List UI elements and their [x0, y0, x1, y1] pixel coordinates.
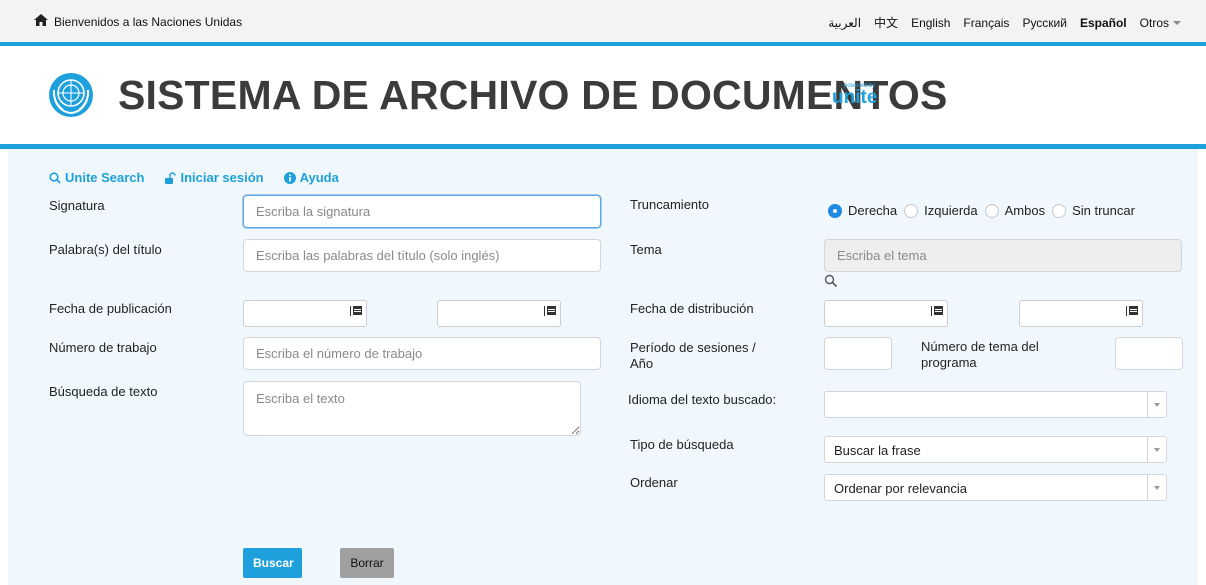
titulo-input[interactable]	[243, 239, 601, 272]
quick-links: Unite Search Iniciar sesión Ayuda	[49, 170, 339, 185]
radio-button[interactable]	[904, 203, 919, 218]
site-title: SISTEMA DE ARCHIVO DE DOCUMENTOS	[118, 72, 948, 118]
idioma-label: Idioma del texto buscado:	[628, 392, 777, 407]
search-icon[interactable]	[824, 274, 838, 288]
powered-by-unite-logo: powered by unite	[832, 83, 877, 107]
welcome-text[interactable]: Bienvenidos a las Naciones Unidas	[54, 15, 242, 29]
chevron-down-icon	[1147, 475, 1166, 500]
unlock-icon	[165, 171, 177, 184]
home-icon[interactable]	[33, 13, 49, 27]
radio-sin-truncar[interactable]: Sin truncar	[1052, 203, 1135, 218]
tipo-busqueda-value: Buscar la frase	[834, 443, 921, 458]
login-label: Iniciar sesión	[180, 170, 264, 185]
help-label: Ayuda	[299, 170, 339, 185]
login-link[interactable]: Iniciar sesión	[164, 170, 264, 185]
numero-trabajo-label: Número de trabajo	[49, 340, 157, 355]
ordenar-label: Ordenar	[630, 475, 678, 490]
signatura-input[interactable]	[243, 195, 601, 228]
radio-button-selected[interactable]	[828, 203, 842, 218]
top-bar: Bienvenidos a las Naciones Unidas العربي…	[0, 0, 1206, 42]
busqueda-texto-label: Búsqueda de texto	[49, 384, 158, 399]
numero-tema-label: Número de tema del programa	[921, 339, 1039, 370]
search-button[interactable]: Buscar	[243, 548, 302, 578]
radio-izquierda-label: Izquierda	[924, 203, 978, 218]
truncamiento-radio-group: Derecha Izquierda Ambos Sin truncar	[828, 203, 1142, 218]
radio-derecha-label: Derecha	[848, 203, 898, 218]
language-russian[interactable]: Русский	[1022, 16, 1067, 30]
info-icon	[283, 171, 296, 184]
unite-search-link[interactable]: Unite Search	[49, 170, 144, 185]
unite-brand-text: unite	[832, 87, 878, 108]
signatura-label: Signatura	[49, 198, 105, 213]
truncamiento-label: Truncamiento	[630, 197, 709, 212]
fecha-publicacion-hasta-input[interactable]	[437, 300, 561, 327]
search-icon	[49, 171, 61, 184]
tipo-busqueda-select[interactable]: Buscar la frase	[824, 436, 1167, 463]
radio-button[interactable]	[1052, 203, 1067, 218]
ordenar-select[interactable]: Ordenar por relevancia	[824, 474, 1167, 501]
chevron-down-icon	[1173, 21, 1181, 26]
chevron-down-icon	[1147, 437, 1166, 462]
fecha-distribucion-hasta-input[interactable]	[1019, 300, 1143, 327]
ordenar-value: Ordenar por relevancia	[834, 481, 967, 496]
fecha-publicacion-desde-input[interactable]	[243, 300, 367, 327]
numero-tema-input[interactable]	[1115, 337, 1183, 370]
language-french[interactable]: Français	[963, 16, 1009, 30]
calendar-icon[interactable]	[931, 306, 943, 316]
language-more-dropdown[interactable]: Otros	[1140, 16, 1181, 30]
periodo-label: Período de sesiones / Año	[630, 340, 756, 371]
calendar-icon[interactable]	[544, 306, 556, 316]
language-spanish[interactable]: Español	[1080, 16, 1127, 30]
clear-button[interactable]: Borrar	[340, 548, 394, 578]
radio-derecha[interactable]: Derecha	[828, 203, 897, 218]
radio-ambos[interactable]: Ambos	[984, 203, 1046, 218]
chevron-down-icon	[1147, 392, 1166, 417]
radio-button[interactable]	[984, 203, 999, 218]
language-english[interactable]: English	[911, 16, 950, 30]
calendar-icon[interactable]	[350, 306, 362, 316]
idioma-select[interactable]	[824, 391, 1167, 418]
language-menu: العربية 中文 English Français Русский Espa…	[828, 14, 1181, 31]
more-label: Otros	[1139, 15, 1169, 30]
calendar-icon[interactable]	[1126, 306, 1138, 316]
language-chinese[interactable]: 中文	[874, 14, 898, 31]
periodo-input[interactable]	[824, 337, 892, 370]
help-link[interactable]: Ayuda	[283, 170, 339, 185]
radio-izquierda[interactable]: Izquierda	[904, 203, 978, 218]
site-header: SISTEMA DE ARCHIVO DE DOCUMENTOS powered…	[0, 46, 1206, 144]
fecha-distribucion-desde-input[interactable]	[824, 300, 948, 327]
tema-label: Tema	[630, 242, 662, 257]
tipo-busqueda-label: Tipo de búsqueda	[630, 437, 734, 452]
un-emblem-icon[interactable]	[48, 72, 94, 118]
fecha-distribucion-label: Fecha de distribución	[630, 301, 754, 316]
numero-trabajo-input[interactable]	[243, 337, 601, 370]
busqueda-texto-textarea[interactable]	[243, 381, 581, 436]
titulo-label: Palabra(s) del título	[49, 242, 162, 257]
radio-sin-truncar-label: Sin truncar	[1072, 203, 1135, 218]
language-arabic[interactable]: العربية	[828, 16, 861, 30]
fecha-publicacion-label: Fecha de publicación	[49, 301, 172, 316]
tema-input[interactable]	[824, 239, 1182, 272]
unite-search-label: Unite Search	[65, 170, 145, 185]
radio-ambos-label: Ambos	[1004, 203, 1046, 218]
